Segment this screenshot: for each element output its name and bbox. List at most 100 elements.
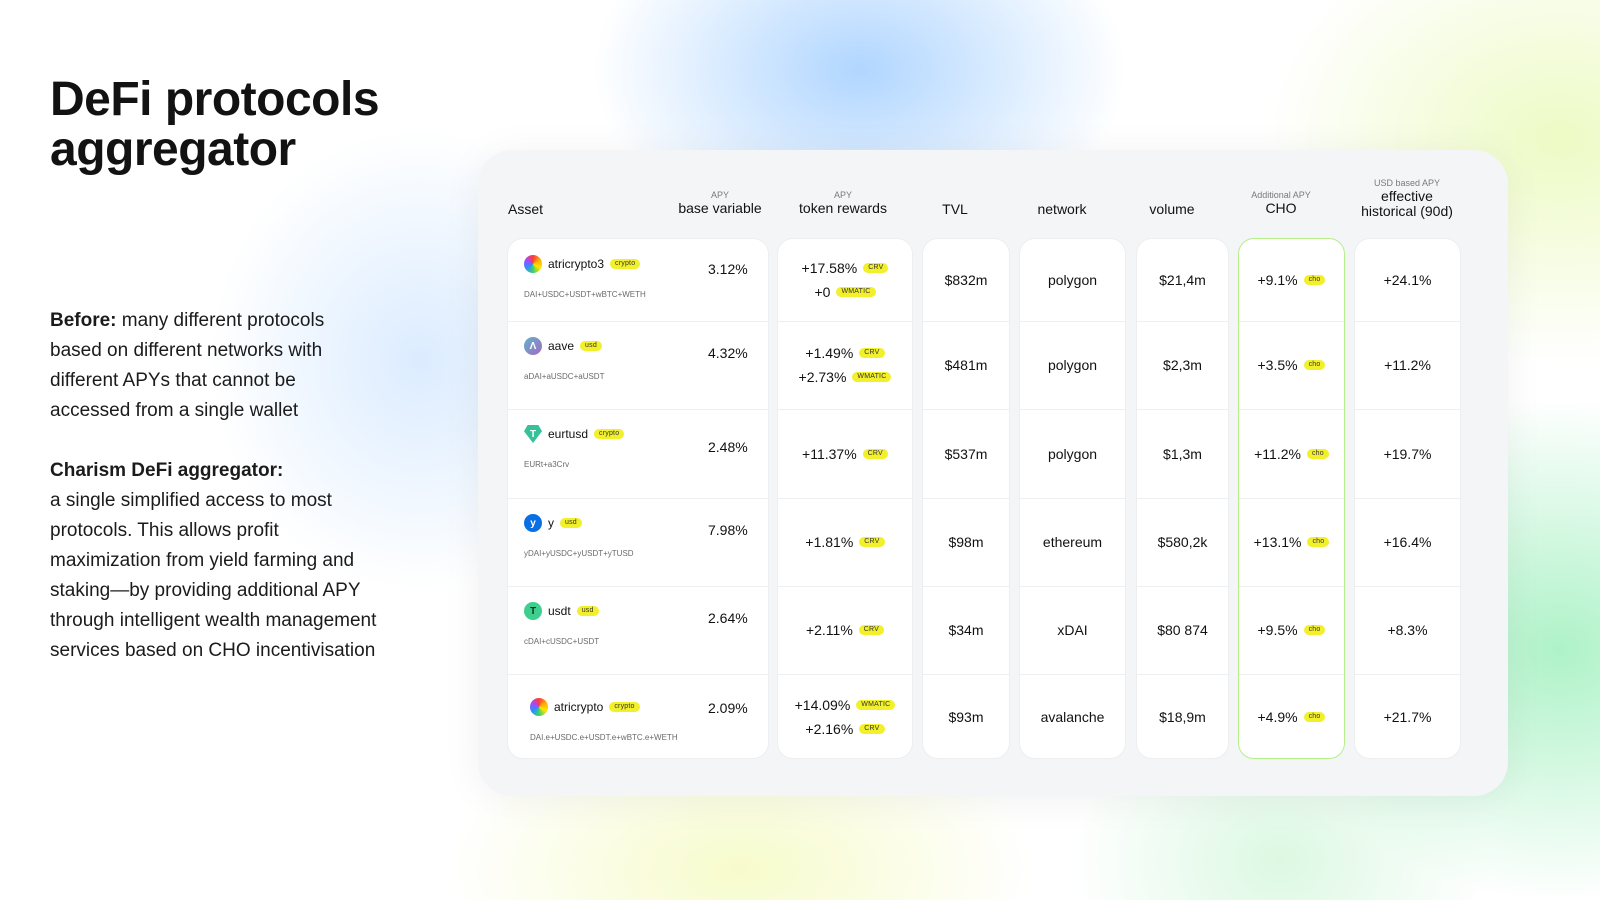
historical-cell: +11.2% [1355, 321, 1460, 409]
historical-cell-value: +8.3% [1387, 622, 1428, 638]
volume-cell: $2,3m [1137, 321, 1228, 409]
header-token-rewards-main: token rewards [799, 200, 887, 216]
historical-cell-value: +16.4% [1383, 534, 1432, 550]
base-apy-value: 2.09% [708, 700, 748, 716]
tvl-cell-value: $481m [944, 357, 988, 373]
reward-token-badge: CRV [859, 724, 885, 734]
historical-cell: +24.1% [1355, 239, 1460, 321]
reward-token-badge: CRV [859, 348, 885, 358]
token-rewards-cell: +17.58% CRV +0 WMATIC [778, 239, 912, 321]
cho-line: +9.5% cho [1258, 618, 1326, 642]
reward-token-badge: CRV [862, 448, 888, 459]
asset-name: eurtusd [548, 427, 589, 441]
reward-value: +1.81% [805, 534, 854, 550]
network-cell-value: polygon [1047, 272, 1098, 288]
reward-token-badge: WMATIC [836, 287, 876, 297]
asset-composition: cDAI+cUSDC+USDT [524, 637, 600, 646]
tvl-cell: $537m [923, 409, 1009, 498]
header-volume-label: volume [1149, 201, 1195, 217]
charism-paragraph: Charism DeFi aggregator: a single simpli… [50, 456, 380, 666]
asset-composition: DAI+USDC+USDT+wBTC+WETH [524, 290, 646, 299]
reward-token-badge: WMATIC [856, 700, 896, 710]
charism-text: a single simplified access to most proto… [50, 490, 377, 661]
token-rewards-cell: +1.49% CRV +2.73% WMATIC [778, 321, 912, 409]
reward-line: +2.11% CRV [806, 618, 885, 642]
asset-row[interactable]: Teurtusd crypto EURt+a3Crv 2.48% [508, 409, 768, 498]
page-title: DeFi protocols aggregator [50, 73, 380, 176]
asset-row[interactable]: atricrypto3 crypto DAI+USDC+USDT+wBTC+WETH… [508, 239, 768, 321]
asset-row[interactable]: Λaave usd aDAI+aUSDC+aUSDT 4.32% [508, 321, 768, 409]
cho-badge: cho [1303, 712, 1326, 722]
network-cell-value: polygon [1047, 445, 1098, 462]
reward-value: +0 [814, 284, 831, 300]
asset-row[interactable]: atricrypto crypto DAI.e+USDC.e+USDT.e+wBTC… [508, 674, 768, 760]
reward-line: +1.49% CRV [805, 341, 885, 365]
asset-composition: DAI.e+USDC.e+USDT.e+wBTC.e+WETH [530, 733, 678, 742]
tether-icon: T [524, 602, 542, 620]
base-apy-value: 2.64% [708, 610, 748, 626]
volume-cell-value: $21,4m [1159, 272, 1206, 288]
historical-cell-value: +11.2% [1384, 357, 1431, 373]
tvl-cell: $98m [923, 498, 1009, 586]
cho-cell: +13.1% cho [1239, 498, 1344, 586]
network-cell: ethereum [1020, 498, 1125, 586]
tvl-cell: $832m [923, 239, 1009, 321]
volume-cell: $580,2k [1137, 498, 1228, 586]
asset-title: Teurtusd crypto [524, 425, 625, 443]
asset-name: atricrypto [554, 700, 604, 714]
token-rewards-cell: +1.81% CRV [778, 498, 912, 586]
header-historical-main2: historical (90d) [1361, 203, 1453, 219]
volume-cell: $1,3m [1137, 409, 1228, 498]
network-cell-value: avalanche [1040, 709, 1105, 725]
charism-label: Charism DeFi aggregator: [50, 460, 284, 481]
asset-row[interactable]: y y usd yDAI+yUSDC+yUSDT+yTUSD 7.98% [508, 498, 768, 586]
volume-cell-value: $1,3m [1163, 445, 1202, 462]
cho-cell: +4.9% cho [1239, 674, 1344, 760]
base-apy-value: 4.32% [708, 345, 748, 361]
cho-cell: +9.1% cho [1239, 239, 1344, 321]
reward-line: +2.73% WMATIC [799, 365, 892, 389]
cho-badge: cho [1303, 360, 1326, 370]
cho-badge: cho [1306, 448, 1329, 459]
reward-value: +1.49% [805, 345, 854, 361]
historical-column: +24.1% +11.2% +19.7% +16.4% +8.3% +21.7% [1354, 238, 1461, 759]
tvl-cell-value: $832m [944, 272, 988, 288]
asset-name: y [548, 516, 554, 530]
asset-tag-badge: crypto [609, 702, 640, 712]
tvl-cell: $93m [923, 674, 1009, 760]
description: Before: many different protocols based o… [50, 306, 380, 666]
base-apy-value: 3.12% [708, 261, 748, 277]
network-cell-value: polygon [1047, 357, 1098, 373]
reward-line: +0 WMATIC [814, 280, 876, 304]
volume-cell: $18,9m [1137, 674, 1228, 760]
reward-token-badge: CRV [858, 625, 885, 635]
network-cell-value: ethereum [1042, 534, 1103, 550]
asset-tag-badge: usd [580, 341, 602, 351]
tvl-column: $832m $481m $537m $98m $34m $93m [922, 238, 1010, 759]
volume-cell-value: $18,9m [1159, 709, 1206, 725]
cho-cell: +9.5% cho [1239, 586, 1344, 674]
volume-cell: $21,4m [1137, 239, 1228, 321]
historical-cell-value: +19.7% [1383, 445, 1432, 462]
tvl-cell-value: $537m [944, 445, 988, 462]
header-cho-main: CHO [1265, 200, 1297, 216]
cho-value: +4.9% [1257, 709, 1298, 725]
tvl-cell-value: $34m [948, 622, 984, 638]
cho-badge: cho [1303, 625, 1326, 635]
before-label: Before: [50, 310, 117, 331]
token-rewards-column: +17.58% CRV +0 WMATIC +1.49% CRV +2.73% WMATIC +… [777, 238, 913, 759]
base-apy-value: 2.48% [708, 439, 748, 455]
token-rewards-cell: +14.09% WMATIC +2.16% CRV [778, 674, 912, 760]
cho-value: +9.1% [1257, 272, 1298, 288]
header-historical-main1: effective [1381, 188, 1433, 204]
cho-value: +13.1% [1253, 534, 1302, 550]
asset-composition: EURt+a3Crv [524, 460, 570, 469]
network-cell: xDAI [1020, 586, 1125, 674]
asset-column: atricrypto3 crypto DAI+USDC+USDT+wBTC+WETH… [507, 238, 769, 759]
asset-tag-badge: crypto [610, 259, 641, 269]
cho-cell: +3.5% cho [1239, 321, 1344, 409]
reward-token-badge: WMATIC [852, 372, 892, 382]
cho-value: +3.5% [1257, 357, 1298, 373]
asset-row[interactable]: Tusdt usd cDAI+cUSDC+USDT 2.64% [508, 586, 768, 674]
cho-line: +9.1% cho [1258, 268, 1326, 292]
